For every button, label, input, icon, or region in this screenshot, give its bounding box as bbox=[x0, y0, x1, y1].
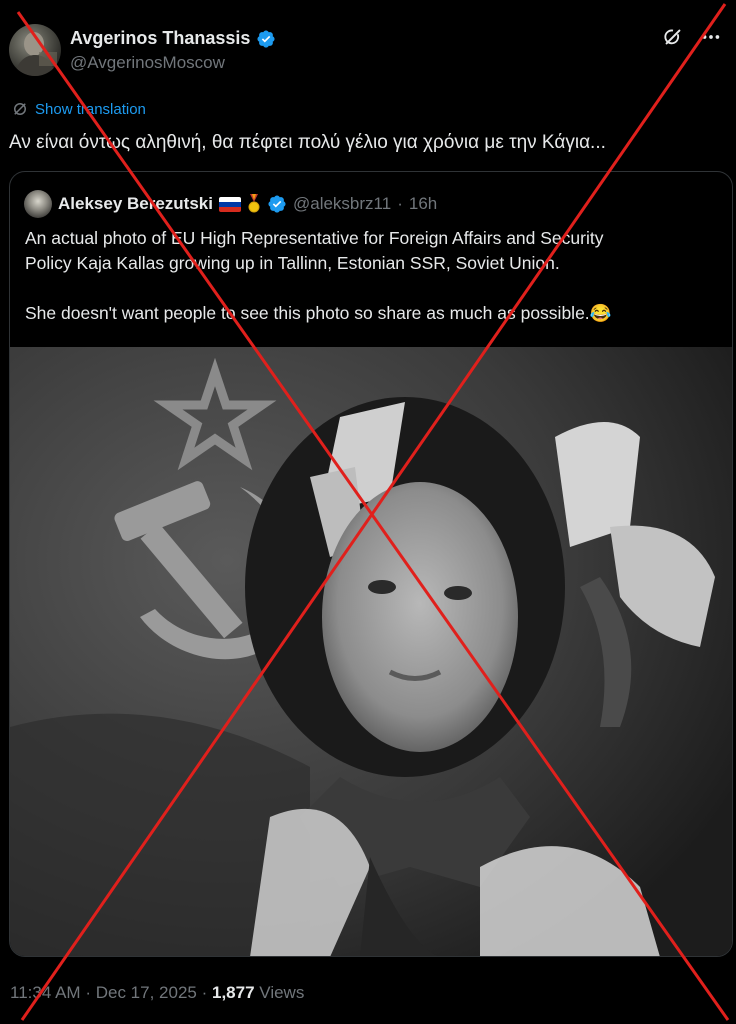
quoted-text-line: Policy Kaja Kallas growing up in Tallinn… bbox=[25, 253, 560, 273]
more-options-icon[interactable] bbox=[700, 26, 722, 48]
post-text: Αν είναι όντως αληθινή, θα πέφτει πολύ γ… bbox=[9, 132, 606, 153]
views-label: Views bbox=[259, 983, 305, 1002]
post-meta: 11:34 AM · Dec 17, 2025 · 1,877 Views bbox=[10, 983, 304, 1003]
russia-flag-icon bbox=[218, 196, 241, 212]
post-time[interactable]: 11:34 AM bbox=[10, 983, 81, 1002]
separator-dot: · bbox=[85, 983, 91, 1002]
author-avatar[interactable] bbox=[9, 24, 61, 76]
right-eye bbox=[444, 586, 472, 600]
quoted-post-header: Aleksey Berezutski @aleksbrz11 · 16h bbox=[24, 190, 437, 218]
quoted-post-photo[interactable] bbox=[10, 347, 732, 957]
post-date[interactable]: Dec 17, 2025 bbox=[96, 983, 197, 1002]
medal-icon bbox=[248, 194, 260, 213]
author-name[interactable]: Avgerinos Thanassis bbox=[70, 28, 276, 49]
verified-badge-icon bbox=[268, 195, 286, 213]
quoted-text-line: She doesn't want people to see this phot… bbox=[25, 303, 612, 323]
quoted-author-name[interactable]: Aleksey Berezutski bbox=[58, 194, 213, 214]
quoted-text-line: An actual photo of EU High Representativ… bbox=[25, 228, 604, 248]
separator-dot: · bbox=[397, 194, 403, 213]
quoted-author-handle[interactable]: @aleksbrz11 bbox=[293, 194, 391, 214]
separator-dot: · bbox=[201, 983, 208, 1002]
quoted-post-age[interactable]: 16h bbox=[409, 194, 437, 214]
views-count: 1,877 bbox=[212, 983, 255, 1002]
post-top-actions bbox=[662, 26, 722, 48]
translate-icon bbox=[14, 103, 26, 115]
verified-badge-icon bbox=[257, 29, 275, 48]
quoted-post-text: An actual photo of EU High Representativ… bbox=[25, 226, 715, 326]
avatar-portrait bbox=[15, 32, 57, 76]
author-name-text: Avgerinos Thanassis bbox=[70, 28, 251, 48]
show-translation-label: Show translation bbox=[35, 100, 146, 118]
author-handle[interactable]: @AvgerinosMoscow bbox=[70, 53, 225, 73]
quoted-post[interactable]: Aleksey Berezutski @aleksbrz11 · 16h An … bbox=[9, 171, 733, 957]
face bbox=[322, 482, 518, 752]
left-eye bbox=[368, 580, 396, 594]
show-translation-link[interactable]: Show translation bbox=[11, 100, 146, 118]
quoted-author-avatar[interactable] bbox=[24, 190, 52, 218]
grok-icon[interactable] bbox=[662, 26, 684, 48]
